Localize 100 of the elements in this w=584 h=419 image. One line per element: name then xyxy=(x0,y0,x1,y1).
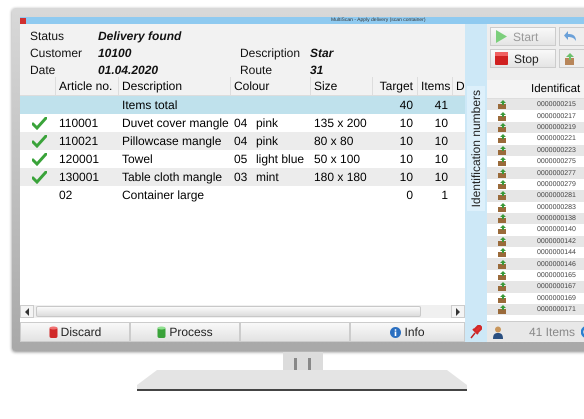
box-arrow-icon xyxy=(498,214,506,224)
field-label: Date xyxy=(30,62,56,76)
box-arrow-icon xyxy=(498,122,506,132)
box-arrow-icon xyxy=(498,180,506,189)
table-cell-text: 05 xyxy=(233,151,248,168)
field-label: Description xyxy=(240,46,302,60)
field-label: Route xyxy=(240,62,274,76)
table-cell-text: 10 xyxy=(398,133,414,150)
table-cell-text: 10 xyxy=(398,169,414,186)
info-icon xyxy=(390,326,402,338)
table-cell-text: 135 x 200 xyxy=(313,115,368,132)
table-cell-text: 10 xyxy=(434,115,449,132)
table-cell-text: Pillowcase mangle xyxy=(121,133,222,150)
table-cell-text: 180 x 180 xyxy=(313,169,368,186)
table-cell-text: 80 x 80 xyxy=(313,133,354,150)
arrow-left-icon xyxy=(24,308,30,316)
icon-button[interactable] xyxy=(559,27,584,46)
arrow-right-icon xyxy=(455,308,461,316)
table-row[interactable]: 110021 Pillowcase mangle 04 pink 80 x 80 10 10 xyxy=(20,132,465,150)
table-cell-text: pink xyxy=(255,115,280,132)
undo-arrow-icon xyxy=(564,31,577,42)
table-cell-text: 10 xyxy=(434,169,449,186)
field-value: 01.04.2020 xyxy=(98,62,160,76)
box-arrow-icon xyxy=(498,282,506,292)
column-header[interactable]: Colour xyxy=(230,77,310,95)
scrollbar-thumb[interactable] xyxy=(36,306,421,317)
play-icon xyxy=(495,30,507,43)
box-arrow-icon xyxy=(498,294,506,303)
box-arrow-icon xyxy=(498,202,506,212)
field-label: Status xyxy=(30,28,66,42)
table-cell-text: 0 xyxy=(405,187,414,204)
info-button[interactable]: Info xyxy=(350,322,465,342)
table-cell-text: 120001 xyxy=(58,151,100,168)
field-value: 31 xyxy=(310,62,324,76)
horizontal-scrollbar[interactable] xyxy=(20,305,465,318)
table-cell-text: 40 xyxy=(398,97,414,114)
person-icon xyxy=(493,326,503,338)
table-cell-text: Duvet cover mangle xyxy=(121,115,230,132)
box-arrow-icon xyxy=(498,134,506,144)
table-cell-text: 110021 xyxy=(58,133,100,150)
table-cell-text: 110001 xyxy=(58,115,100,132)
table-cell-text: 41 xyxy=(434,97,449,114)
scroll-right-button[interactable] xyxy=(451,305,465,318)
table-cell-text: 130001 xyxy=(58,169,100,186)
scroll-left-button[interactable] xyxy=(20,305,34,318)
box-arrow-icon xyxy=(498,112,506,121)
process-button[interactable]: Process xyxy=(130,322,240,342)
column-header[interactable]: Article no. xyxy=(55,77,118,95)
table-cell-text: 10 xyxy=(434,133,449,150)
table-cell-text: Towel xyxy=(121,151,154,168)
box-arrow-icon xyxy=(564,52,576,64)
box-arrow-icon xyxy=(498,100,506,110)
table-cell-text: mint xyxy=(255,169,280,186)
table-row[interactable]: 02 Container large 0 1 xyxy=(20,186,465,204)
table-cell-text: 10 xyxy=(434,151,449,168)
field-value: 10100 xyxy=(98,46,132,60)
table-row[interactable]: 110001 Duvet cover mangle 04 pink 135 x 200 10 10 xyxy=(20,114,465,132)
column-header[interactable]: Target xyxy=(372,77,417,95)
box-arrow-icon xyxy=(498,248,506,258)
table-row[interactable]: Items total 40 41 xyxy=(20,96,465,114)
column-header[interactable]: Items xyxy=(417,77,452,95)
table-row[interactable]: 130001 Table cloth mangle 03 mint 180 x 180 10 10 xyxy=(20,168,465,186)
stop-button[interactable]: Stop xyxy=(490,49,556,68)
pin-icon[interactable] xyxy=(470,325,482,339)
box-arrow-icon xyxy=(498,146,506,155)
table-cell-text: 02 xyxy=(58,187,74,204)
box-arrow-icon xyxy=(498,305,506,314)
box-arrow-icon xyxy=(498,260,506,269)
table-cell-text: Container large xyxy=(121,187,206,204)
table-cell-text: 50 x 100 xyxy=(313,151,362,168)
icon-button[interactable] xyxy=(559,49,584,68)
table-row[interactable]: 120001 Towel 05 light blue 50 x 100 10 10 xyxy=(20,150,465,168)
table-cell-text: 03 xyxy=(233,169,248,186)
table-cell-text: 10 xyxy=(398,151,414,168)
box-arrow-icon xyxy=(498,236,506,246)
box-arrow-icon xyxy=(498,157,506,166)
table-cell-text: 10 xyxy=(398,115,414,132)
cylinder-icon xyxy=(157,326,166,338)
close-button[interactable] xyxy=(20,18,26,24)
item-count: 41 Items xyxy=(528,325,576,339)
box-arrow-icon xyxy=(498,271,506,280)
side-tab[interactable]: Identification numbers xyxy=(467,86,485,212)
table-cell-text: Items total xyxy=(121,97,178,114)
column-header[interactable]: Description xyxy=(118,77,230,95)
table-cell-text: light blue xyxy=(255,151,306,168)
discard-button[interactable]: Discard xyxy=(20,322,130,342)
table-cell-text: Table cloth mangle xyxy=(121,169,224,186)
field-value: Delivery found xyxy=(98,28,182,42)
box-arrow-icon xyxy=(498,225,506,234)
field-value: Star xyxy=(310,46,335,60)
table-cell-text: 04 xyxy=(233,133,248,150)
table-cell-text: 04 xyxy=(233,115,248,132)
stop-icon xyxy=(495,52,508,65)
column-header[interactable]: Size xyxy=(310,77,372,95)
table-cell-text: 1 xyxy=(440,187,449,204)
box-arrow-icon xyxy=(498,168,506,178)
box-arrow-icon xyxy=(498,191,506,200)
table-cell-text: pink xyxy=(255,133,280,150)
cylinder-icon xyxy=(48,326,58,338)
field-label: Customer xyxy=(30,46,84,60)
